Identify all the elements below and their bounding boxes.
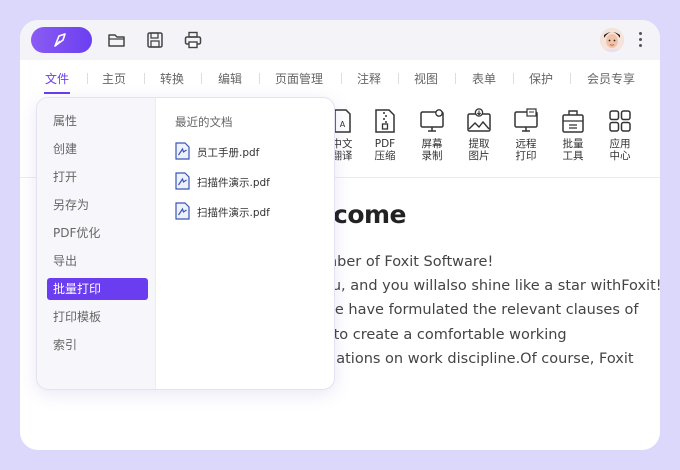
tab-divider xyxy=(87,73,88,84)
document-text-line: ou, and you willalso shine like a star w… xyxy=(323,278,660,294)
tool-label: 批量 xyxy=(562,138,584,150)
tool-app-center[interactable]: 应用 中心 xyxy=(600,108,640,162)
tab-protect[interactable]: 保护 xyxy=(529,70,553,87)
user-avatar[interactable] xyxy=(600,28,624,52)
tool-label: 压缩 xyxy=(374,150,396,162)
tool-label: 应用 xyxy=(609,138,631,150)
tool-extract-image[interactable]: 提取 图片 xyxy=(459,108,499,162)
document-text-line: mber of Foxit Software! xyxy=(323,254,494,270)
tab-file[interactable]: 文件 xyxy=(45,70,69,87)
file-menu-dropdown: 属性 创建 打开 另存为 PDF优化 导出 批量打印 打印模板 索引 最近的文档… xyxy=(36,97,335,390)
menu-item-print-template[interactable]: 打印模板 xyxy=(47,306,148,328)
tool-pdf-compress[interactable]: PDF 压缩 xyxy=(365,108,405,162)
open-folder-icon[interactable] xyxy=(107,30,127,50)
recent-file-name: 扫描件演示.pdf xyxy=(197,177,270,189)
menu-item-properties[interactable]: 属性 xyxy=(47,110,148,132)
document-text-line: r to create a comfortable working xyxy=(323,327,567,343)
recent-documents-panel: 最近的文档 员工手册.pdf 扫描件演示.pdf 扫描件演示.pdf xyxy=(157,98,334,389)
tab-page-management[interactable]: 页面管理 xyxy=(275,70,323,87)
tool-label: 提取 xyxy=(468,138,490,150)
menu-item-open[interactable]: 打开 xyxy=(47,166,148,188)
tab-divider xyxy=(398,73,399,84)
tab-divider xyxy=(259,73,260,84)
tab-edit[interactable]: 编辑 xyxy=(218,70,242,87)
menu-item-save-as[interactable]: 另存为 xyxy=(47,194,148,216)
tab-membership[interactable]: 会员专享 xyxy=(587,70,635,87)
tool-label: 中心 xyxy=(609,150,631,162)
remote-print-icon xyxy=(514,108,538,132)
app-center-icon xyxy=(609,110,631,132)
tool-label: 图片 xyxy=(468,150,490,162)
file-menu-commands: 属性 创建 打开 另存为 PDF优化 导出 批量打印 打印模板 索引 xyxy=(37,98,156,389)
pdf-file-icon xyxy=(175,172,190,190)
menu-item-index[interactable]: 索引 xyxy=(47,334,148,356)
recent-file-name: 扫描件演示.pdf xyxy=(197,207,270,219)
tool-remote-print[interactable]: 远程 打印 xyxy=(506,108,546,162)
svg-text:A: A xyxy=(340,120,346,129)
menu-item-create[interactable]: 创建 xyxy=(47,138,148,160)
tool-label: 屏幕 xyxy=(421,138,443,150)
tab-view[interactable]: 视图 xyxy=(414,70,438,87)
tab-annotate[interactable]: 注释 xyxy=(357,70,381,87)
pdf-file-icon xyxy=(175,202,190,220)
pen-logo-icon xyxy=(54,33,66,47)
tool-label: 工具 xyxy=(562,150,584,162)
menu-item-export[interactable]: 导出 xyxy=(47,250,148,272)
tab-divider xyxy=(513,73,514,84)
print-icon[interactable] xyxy=(183,30,203,50)
recent-file-name: 员工手册.pdf xyxy=(197,147,260,159)
tool-screen-record[interactable]: 屏幕 录制 xyxy=(412,108,452,162)
document-title: come xyxy=(333,200,407,229)
save-icon[interactable] xyxy=(145,30,165,50)
active-tab-indicator xyxy=(44,92,70,94)
document-text-line: we have formulated the relevant clauses … xyxy=(323,302,639,318)
document-text-line: ulations on work discipline.Of course, F… xyxy=(323,351,634,367)
tool-label: 远程 xyxy=(515,138,537,150)
extract-image-icon xyxy=(467,108,491,132)
menu-item-batch-print[interactable]: 批量打印 xyxy=(47,278,148,300)
pdf-file-icon xyxy=(175,142,190,160)
ribbon-tabs: 文件 主页 转换 编辑 页面管理 注释 视图 表单 保护 会员专享 xyxy=(20,60,660,98)
recent-documents-title: 最近的文档 xyxy=(175,115,233,129)
tab-form[interactable]: 表单 xyxy=(472,70,496,87)
title-bar xyxy=(20,20,660,60)
tab-divider xyxy=(341,73,342,84)
menu-item-pdf-optimize[interactable]: PDF优化 xyxy=(47,222,148,244)
tab-convert[interactable]: 转换 xyxy=(160,70,184,87)
tool-label: 录制 xyxy=(421,150,443,162)
tab-divider xyxy=(201,73,202,84)
tool-label: PDF xyxy=(374,138,396,150)
more-options-icon[interactable] xyxy=(637,29,643,51)
app-logo-button[interactable] xyxy=(31,27,92,53)
tab-divider xyxy=(570,73,571,84)
avatar-icon xyxy=(600,28,624,52)
tab-home[interactable]: 主页 xyxy=(102,70,126,87)
tab-divider xyxy=(144,73,145,84)
tool-label: 打印 xyxy=(515,150,537,162)
tool-batch-tools[interactable]: 批量 工具 xyxy=(553,108,593,162)
compress-icon xyxy=(375,109,395,133)
screen-record-icon xyxy=(420,109,444,132)
tab-divider xyxy=(455,73,456,84)
batch-tools-icon xyxy=(562,110,584,133)
